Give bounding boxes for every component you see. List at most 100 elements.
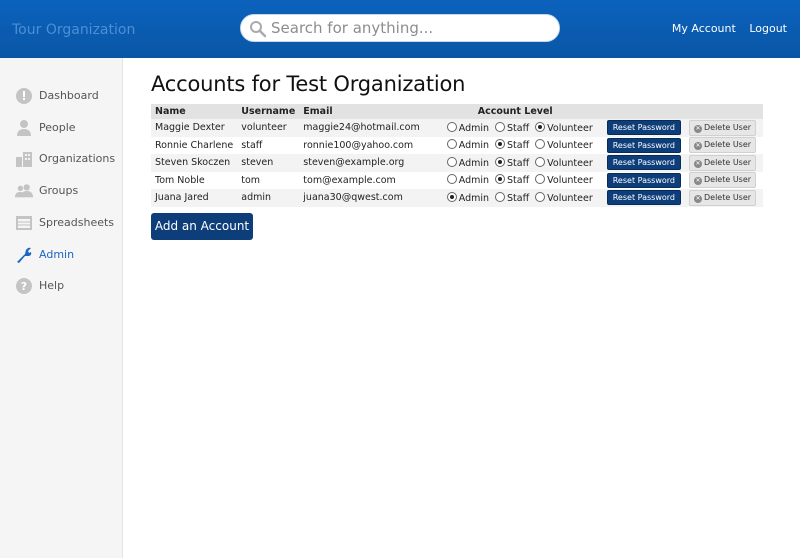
- radio-admin[interactable]: [446, 121, 457, 132]
- cell-email: steven@example.org: [303, 157, 405, 169]
- radio-staff[interactable]: [495, 191, 506, 202]
- level-label: Admin: [458, 122, 490, 134]
- level-option-staff[interactable]: Staff: [495, 174, 530, 187]
- level-label: Volunteer: [547, 175, 593, 187]
- column-header-email: Email: [303, 106, 333, 117]
- level-option-staff[interactable]: Staff: [495, 156, 530, 169]
- search-input[interactable]: [271, 18, 551, 38]
- delete-user-button[interactable]: ✕ Delete User: [689, 172, 757, 189]
- sidebar-item-admin[interactable]: Admin: [0, 240, 122, 270]
- cell-account-level: Admin Staff Volunteer: [443, 154, 603, 172]
- level-option-volunteer[interactable]: Volunteer: [535, 121, 593, 134]
- add-account-button[interactable]: Add an Account: [151, 213, 253, 240]
- level-option-volunteer[interactable]: Volunteer: [535, 156, 593, 169]
- cell-account-level: Admin Staff Volunteer: [443, 137, 603, 155]
- brand-title[interactable]: Tour Organization: [12, 22, 135, 38]
- cell-name: Juana Jared: [155, 192, 209, 204]
- dashboard-icon: [16, 88, 32, 104]
- reset-password-button[interactable]: Reset Password: [606, 172, 681, 188]
- delete-user-button[interactable]: ✕ Delete User: [689, 119, 757, 136]
- sidebar-item-groups[interactable]: Groups: [0, 176, 122, 206]
- radio-staff[interactable]: [495, 156, 506, 167]
- table-row: Juana Jared admin juana30@qwest.com Admin St…: [151, 189, 763, 207]
- cell-delete: ✕ Delete User: [685, 189, 763, 207]
- cell-reset: Reset Password: [603, 137, 685, 155]
- my-account-link[interactable]: My Account: [672, 22, 736, 35]
- radio-volunteer[interactable]: [535, 191, 546, 202]
- cell-username: steven: [241, 157, 274, 169]
- delete-user-button[interactable]: ✕ Delete User: [689, 137, 757, 154]
- search-box[interactable]: [240, 14, 560, 42]
- svg-text:?: ?: [21, 280, 27, 293]
- cell-reset: Reset Password: [603, 189, 685, 207]
- level-option-admin[interactable]: Admin: [446, 156, 490, 169]
- cell-delete: ✕ Delete User: [685, 172, 763, 190]
- cell-account-level: Admin Staff Volunteer: [443, 189, 603, 207]
- radio-volunteer[interactable]: [535, 156, 546, 167]
- level-option-volunteer[interactable]: Volunteer: [535, 174, 593, 187]
- cell-name: Tom Noble: [155, 174, 205, 186]
- delete-user-label: Delete User: [704, 192, 752, 202]
- delete-user-label: Delete User: [704, 140, 752, 150]
- level-option-volunteer[interactable]: Volunteer: [535, 191, 593, 204]
- radio-volunteer[interactable]: [535, 174, 546, 185]
- sidebar-item-label: Admin: [39, 248, 75, 261]
- page-title: Accounts for Test Organization: [151, 72, 466, 96]
- reset-password-button[interactable]: Reset Password: [606, 120, 681, 136]
- radio-admin[interactable]: [446, 156, 457, 167]
- reset-password-button[interactable]: Reset Password: [606, 190, 681, 206]
- delete-user-button[interactable]: ✕ Delete User: [689, 189, 757, 206]
- sidebar-item-dashboard[interactable]: Dashboard: [0, 81, 122, 111]
- close-icon: ✕: [694, 124, 702, 133]
- level-label: Staff: [507, 122, 530, 134]
- radio-staff[interactable]: [495, 139, 506, 150]
- cell-reset: Reset Password: [603, 172, 685, 190]
- level-label: Volunteer: [547, 192, 593, 204]
- delete-user-label: Delete User: [704, 175, 752, 185]
- cell-name: Maggie Dexter: [155, 122, 225, 134]
- sidebar-item-organizations[interactable]: Organizations: [0, 144, 122, 174]
- sidebar-item-spreadsheets[interactable]: Spreadsheets: [0, 208, 122, 238]
- cell-email: tom@example.com: [303, 174, 396, 186]
- cell-name: Steven Skoczen: [155, 157, 231, 169]
- level-option-admin[interactable]: Admin: [446, 191, 489, 204]
- radio-staff[interactable]: [495, 174, 506, 185]
- table-row: Tom Noble tom tom@example.com Admin Staff Vol…: [151, 171, 763, 190]
- level-label: Staff: [507, 175, 530, 187]
- close-icon: ✕: [694, 142, 702, 151]
- level-option-staff[interactable]: Staff: [495, 191, 529, 204]
- radio-admin[interactable]: [446, 174, 457, 185]
- radio-admin[interactable]: [446, 139, 457, 150]
- level-option-admin[interactable]: Admin: [446, 174, 490, 187]
- level-option-volunteer[interactable]: Volunteer: [535, 139, 593, 152]
- cell-account-level: Admin Staff Volunteer: [443, 119, 603, 137]
- radio-volunteer[interactable]: [535, 139, 546, 150]
- level-label: Admin: [458, 157, 490, 169]
- radio-volunteer[interactable]: [535, 121, 546, 132]
- level-option-admin[interactable]: Admin: [446, 121, 490, 134]
- delete-user-button[interactable]: ✕ Delete User: [689, 154, 757, 171]
- top-links: My Account Logout: [662, 22, 787, 35]
- logout-link[interactable]: Logout: [749, 22, 787, 35]
- level-label: Admin: [458, 175, 490, 187]
- level-label: Admin: [458, 140, 490, 152]
- cell-username: admin: [241, 192, 272, 204]
- cell-username: tom: [241, 174, 261, 186]
- column-header-username: Username: [241, 106, 296, 117]
- table-header-row: Name Username Email Account Level: [151, 104, 763, 119]
- reset-password-button[interactable]: Reset Password: [606, 137, 681, 153]
- sidebar-item-help[interactable]: ? Help: [0, 271, 122, 301]
- cell-delete: ✕ Delete User: [685, 137, 763, 155]
- level-option-staff[interactable]: Staff: [495, 121, 530, 134]
- level-label: Volunteer: [547, 140, 593, 152]
- radio-staff[interactable]: [495, 121, 506, 132]
- sidebar-item-people[interactable]: People: [0, 113, 122, 143]
- radio-admin[interactable]: [446, 191, 457, 202]
- top-bar: Tour Organization My Account Logout: [0, 0, 800, 58]
- reset-password-button[interactable]: Reset Password: [606, 155, 681, 171]
- cell-delete: ✕ Delete User: [685, 119, 763, 137]
- level-option-staff[interactable]: Staff: [495, 139, 529, 151]
- cell-username: volunteer: [241, 122, 287, 134]
- level-option-admin[interactable]: Admin: [446, 139, 490, 152]
- level-label: Staff: [507, 157, 530, 169]
